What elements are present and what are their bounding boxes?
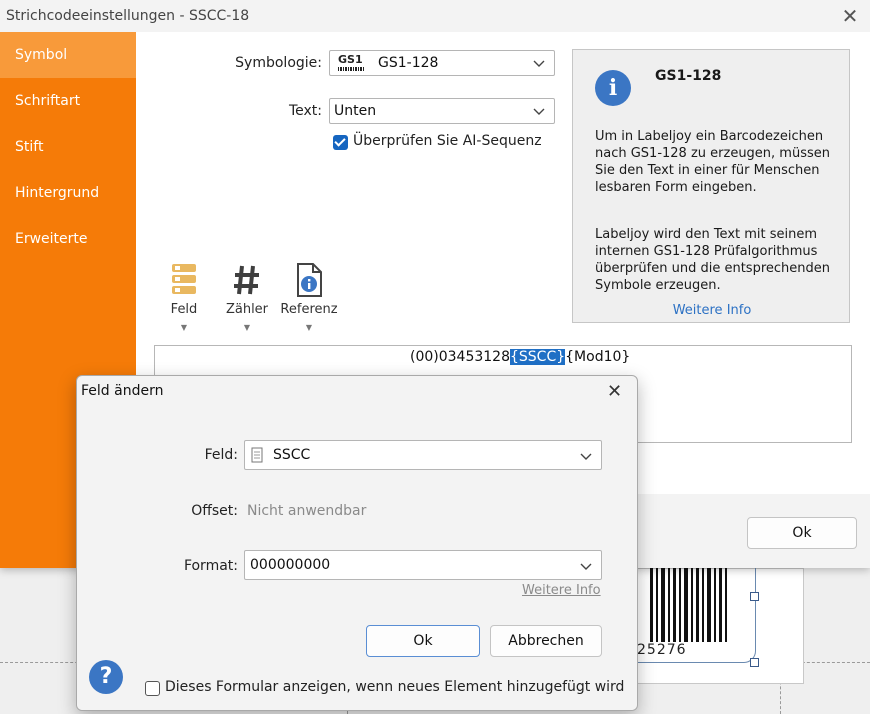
more-info-link[interactable]: Weitere Info [522, 583, 601, 598]
window-title: Strichcodeeinstellungen - SSCC-18 [6, 8, 250, 24]
cancel-button[interactable]: Abbrechen [490, 625, 602, 657]
sidebar-item-symbol[interactable]: Symbol [0, 32, 136, 78]
info-paragraph: Um in Labeljoy ein Barcodezeichen nach G… [595, 129, 830, 195]
help-icon[interactable]: ? [89, 660, 123, 694]
selection-frame [636, 568, 756, 663]
chevron-down-icon [580, 453, 592, 460]
show-form-label: Dieses Formular anzeigen, wenn neues Ele… [165, 679, 625, 695]
verify-ai-checkbox[interactable] [333, 135, 348, 150]
info-icon: i [595, 70, 631, 106]
info-title: GS1-128 [655, 68, 722, 84]
counter-icon [234, 265, 259, 295]
field-label: Feld: [204, 447, 238, 463]
sidebar-item-font[interactable]: Schriftart [0, 78, 136, 124]
sidebar-item-background[interactable]: Hintergrund [0, 170, 136, 216]
verify-ai-label: Überprüfen Sie AI-Sequenz [353, 133, 542, 149]
toolbar-field-label: Feld [170, 302, 198, 317]
chevron-down-icon [533, 60, 545, 67]
offset-label: Offset: [191, 503, 238, 519]
symbology-value: GS1-128 [378, 55, 439, 71]
chevron-down-icon [580, 563, 592, 570]
sidebar-item-pen[interactable]: Stift [0, 124, 136, 170]
selected-token: {SSCC} [510, 349, 566, 365]
toolbar-reference-button[interactable]: Referenz ▼ [280, 262, 338, 332]
info-paragraph: Labeljoy wird den Text mit seinem intern… [595, 227, 831, 293]
chevron-down-icon [533, 108, 545, 115]
close-icon[interactable]: ✕ [607, 381, 622, 402]
show-form-checkbox[interactable] [145, 681, 160, 696]
dialog-title: Feld ändern [81, 383, 164, 399]
symbology-label: Symbologie: [235, 55, 322, 71]
more-info-link[interactable]: Weitere Info [573, 303, 851, 318]
format-label: Format: [183, 558, 238, 574]
ok-button[interactable]: Ok [366, 625, 480, 657]
text-position-value: Unten [334, 103, 377, 119]
toolbar-counter-button[interactable]: Zähler ▼ [224, 262, 270, 332]
title-bar: Strichcodeeinstellungen - SSCC-18 ✕ [0, 0, 870, 32]
barcode-text: (00)03453128{SSCC}{Mod10} [410, 349, 631, 365]
field-value: SSCC [273, 447, 311, 463]
format-value: 000000000 [250, 557, 331, 573]
ok-button[interactable]: Ok [747, 517, 857, 549]
text-position-select[interactable]: Unten [329, 98, 555, 124]
sidebar-item-advanced[interactable]: Erweiterte [0, 216, 136, 262]
reference-icon [297, 263, 322, 297]
document-icon [251, 447, 263, 463]
offset-value: Nicht anwendbar [247, 503, 367, 519]
dialog-body: Feld: SSCC Offset: Nicht anwendbar Forma… [77, 406, 637, 710]
toolbar-field-button[interactable]: Feld ▼ [164, 262, 204, 332]
info-panel: i GS1-128 Um in Labeljoy ein Barcodezeic… [572, 49, 850, 323]
chevron-down-icon: ▼ [305, 323, 313, 332]
text-label: Text: [288, 103, 322, 119]
format-select[interactable]: 000000000 [244, 550, 602, 580]
gs1-logo-icon: GS1 [338, 53, 364, 71]
edit-field-dialog: Feld ändern ✕ Feld: SSCC Offset: Nicht a… [76, 375, 638, 711]
resize-handle[interactable] [750, 658, 759, 667]
chevron-down-icon: ▼ [243, 323, 251, 332]
toolbar-reference-label: Referenz [280, 302, 338, 317]
chevron-down-icon: ▼ [180, 323, 188, 332]
close-icon[interactable]: ✕ [838, 4, 862, 28]
symbology-select[interactable]: GS1 GS1-128 [329, 50, 555, 76]
toolbar-counter-label: Zähler [225, 302, 269, 317]
field-select[interactable]: SSCC [244, 440, 602, 470]
resize-handle[interactable] [750, 592, 759, 601]
field-icon [172, 264, 196, 294]
